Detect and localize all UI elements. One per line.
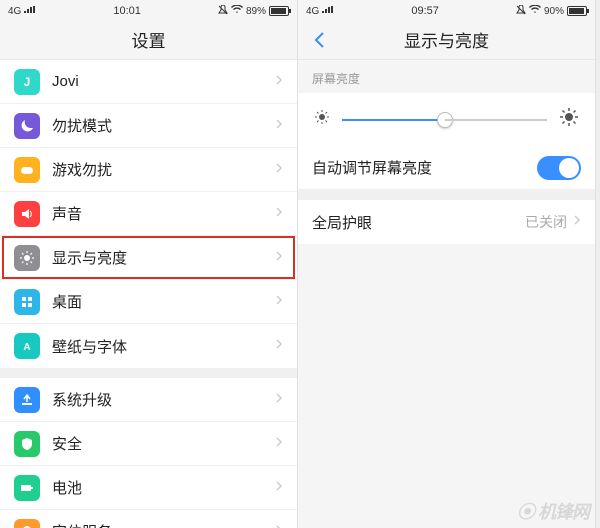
settings-row-label: 桌面 — [52, 291, 275, 312]
status-bar: 4G 10:01 89% — [0, 0, 297, 20]
battery-icon — [269, 6, 289, 16]
eye-care-row[interactable]: 全局护眼 已关闭 — [298, 200, 595, 244]
header: 设置 — [0, 20, 297, 60]
brightness-slider[interactable] — [342, 119, 547, 121]
update-icon — [14, 387, 40, 413]
auto-brightness-row[interactable]: 自动调节屏幕亮度 — [298, 146, 595, 190]
wifi-icon — [529, 5, 541, 17]
wallpaper-icon: A — [14, 333, 40, 359]
settings-row-dnd[interactable]: 勿扰模式 — [0, 104, 297, 148]
signal-icon — [24, 6, 36, 17]
mute-icon — [516, 5, 526, 18]
brightness-high-icon — [559, 107, 579, 132]
chevron-right-icon — [275, 293, 283, 311]
security-icon — [14, 431, 40, 457]
sound-icon — [14, 201, 40, 227]
display-brightness-screen: 4G 09:57 90% 显示与亮度 屏幕亮度 — [298, 0, 596, 528]
settings-row-label: 显示与亮度 — [52, 247, 275, 268]
settings-row-label: 系统升级 — [52, 389, 275, 410]
battery-icon — [567, 6, 587, 16]
chevron-right-icon — [275, 391, 283, 409]
location-icon — [14, 519, 40, 528]
network-label: 4G — [306, 6, 319, 17]
back-button[interactable] — [308, 29, 330, 51]
chevron-right-icon — [275, 161, 283, 179]
settings-row-battery[interactable]: 电池 — [0, 466, 297, 510]
dnd-icon — [14, 113, 40, 139]
jovi-icon: J — [14, 69, 40, 95]
brightness-thumb[interactable] — [437, 112, 453, 128]
settings-row-label: Jovi — [52, 73, 275, 90]
settings-screen: 4G 10:01 89% 设置 J Jovi 勿扰模式游戏勿扰声音显示与亮度桌面 A 壁… — [0, 0, 298, 528]
signal-icon — [322, 6, 334, 17]
wifi-icon — [231, 5, 243, 17]
mute-icon — [218, 5, 228, 18]
chevron-right-icon — [275, 205, 283, 223]
settings-row-location[interactable]: 定位服务 — [0, 510, 297, 528]
chevron-right-icon — [275, 117, 283, 135]
settings-row-game-dnd[interactable]: 游戏勿扰 — [0, 148, 297, 192]
settings-row-display[interactable]: 显示与亮度 — [0, 236, 297, 280]
settings-row-label: 定位服务 — [52, 521, 275, 528]
settings-row-label: 勿扰模式 — [52, 115, 275, 136]
brightness-slider-row — [298, 93, 595, 146]
settings-row-sound[interactable]: 声音 — [0, 192, 297, 236]
network-label: 4G — [8, 6, 21, 17]
settings-row-wallpaper[interactable]: A 壁纸与字体 — [0, 324, 297, 368]
settings-row-label: 壁纸与字体 — [52, 336, 275, 357]
clock: 10:01 — [113, 5, 141, 17]
chevron-right-icon — [573, 213, 581, 231]
brightness-low-icon — [314, 109, 330, 130]
chevron-right-icon — [275, 479, 283, 497]
settings-list[interactable]: J Jovi 勿扰模式游戏勿扰声音显示与亮度桌面 A 壁纸与字体系统升级安全电池定位服务… — [0, 60, 297, 528]
chevron-right-icon — [275, 73, 283, 91]
settings-row-desktop[interactable]: 桌面 — [0, 280, 297, 324]
settings-row-label: 安全 — [52, 433, 275, 454]
eye-care-value: 已关闭 — [525, 212, 567, 232]
settings-row-jovi[interactable]: J Jovi — [0, 60, 297, 104]
page-title: 显示与亮度 — [404, 27, 489, 52]
settings-row-security[interactable]: 安全 — [0, 422, 297, 466]
chevron-right-icon — [275, 523, 283, 528]
display-settings-content: 屏幕亮度 自动调节屏幕亮度 全局护眼 已关闭 — [298, 60, 595, 528]
clock: 09:57 — [411, 5, 439, 17]
eye-care-label: 全局护眼 — [312, 212, 525, 233]
chevron-right-icon — [275, 249, 283, 267]
auto-brightness-label: 自动调节屏幕亮度 — [312, 157, 537, 178]
status-bar: 4G 09:57 90% — [298, 0, 595, 20]
settings-row-label: 声音 — [52, 203, 275, 224]
display-icon — [14, 245, 40, 271]
settings-row-label: 电池 — [52, 477, 275, 498]
battery-icon — [14, 475, 40, 501]
settings-row-label: 游戏勿扰 — [52, 159, 275, 180]
desktop-icon — [14, 289, 40, 315]
settings-row-update[interactable]: 系统升级 — [0, 378, 297, 422]
auto-brightness-switch[interactable] — [537, 156, 581, 180]
chevron-right-icon — [275, 337, 283, 355]
header: 显示与亮度 — [298, 20, 595, 60]
battery-percent: 90% — [544, 6, 564, 17]
battery-percent: 89% — [246, 6, 266, 17]
game-dnd-icon — [14, 157, 40, 183]
svg-text:A: A — [23, 342, 30, 353]
chevron-right-icon — [275, 435, 283, 453]
svg-text:J: J — [24, 75, 31, 89]
page-title: 设置 — [132, 27, 166, 52]
section-brightness-label: 屏幕亮度 — [298, 60, 595, 93]
